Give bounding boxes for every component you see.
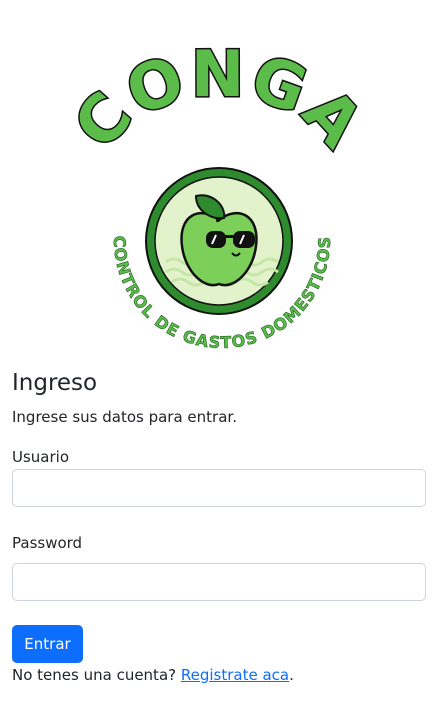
register-prompt: No tenes una cuenta? Registrate aca. — [12, 665, 294, 685]
submit-button[interactable]: Entrar — [12, 625, 83, 663]
username-label: Usuario — [12, 448, 70, 466]
page-title: Ingreso — [12, 370, 98, 396]
register-link[interactable]: Registrate aca — [181, 666, 289, 684]
page-subtitle: Ingrese sus datos para entrar. — [12, 408, 237, 426]
register-prompt-end: . — [289, 666, 294, 684]
username-input[interactable] — [12, 469, 426, 507]
login-page: CONGA CONTROL DE GASTOS DOMESTICOS Ingre… — [0, 0, 438, 703]
password-label: Password — [12, 534, 83, 552]
svg-text:CONGA: CONGA — [60, 38, 377, 163]
password-input[interactable] — [12, 563, 426, 601]
conga-logo: CONGA CONTROL DE GASTOS DOMESTICOS — [59, 37, 377, 353]
register-prompt-text: No tenes una cuenta? — [12, 666, 181, 684]
logo-brand-text: CONGA — [59, 37, 377, 165]
